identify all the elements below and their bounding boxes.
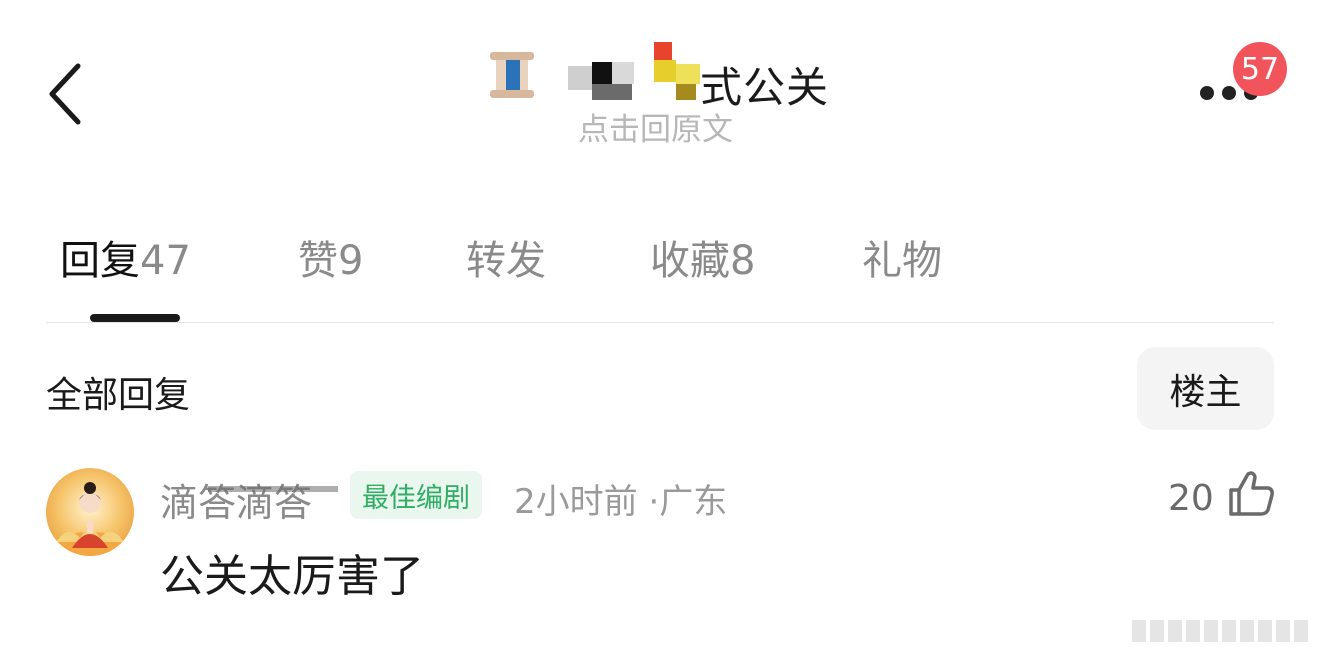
back-button[interactable] xyxy=(44,58,92,130)
redaction-pixel xyxy=(654,42,672,60)
chevron-left-icon xyxy=(49,63,81,125)
redaction-pixel xyxy=(676,64,700,84)
notification-badge: 57 xyxy=(1233,42,1287,96)
tab-label: 收藏 xyxy=(650,238,730,284)
comment-meta: 2小时前 ·广东 xyxy=(514,474,727,523)
redaction-pixel xyxy=(654,60,676,82)
title-thumbnail-image xyxy=(486,46,538,102)
avatar-image xyxy=(46,468,134,556)
tab-count: 8 xyxy=(730,238,756,284)
meta-separator: · xyxy=(648,482,660,522)
username[interactable]: 滴答滴答 xyxy=(160,472,312,527)
active-tab-indicator xyxy=(90,314,180,322)
redaction-pixel xyxy=(612,62,634,84)
tab-replies[interactable]: 回复47 xyxy=(60,228,191,286)
divider xyxy=(46,322,1274,323)
post-title-link[interactable]: 式公关 点击回原文 xyxy=(480,40,850,148)
username-redaction xyxy=(208,486,338,492)
op-only-filter-button[interactable]: 楼主 xyxy=(1137,347,1274,430)
tab-count: 9 xyxy=(338,238,364,284)
redaction-pixel xyxy=(676,84,696,100)
comment-location: 广东 xyxy=(659,482,728,522)
comment-text: 公关太厉害了 xyxy=(160,551,424,602)
tab-label: 赞 xyxy=(298,238,338,284)
like-button[interactable] xyxy=(1226,468,1276,518)
section-title: 全部回复 xyxy=(46,375,191,416)
tab-likes[interactable]: 赞9 xyxy=(298,228,363,286)
redaction-pixel xyxy=(568,66,594,90)
tab-favorites[interactable]: 收藏8 xyxy=(650,228,755,286)
tab-reposts[interactable]: 转发 xyxy=(466,228,546,286)
user-tag-badge: 最佳编剧 xyxy=(350,471,482,519)
tab-label: 回复 xyxy=(60,238,140,284)
tab-label: 转发 xyxy=(466,238,546,284)
tab-label: 礼物 xyxy=(862,238,942,284)
watermark-logo xyxy=(1132,620,1308,642)
tab-count: 47 xyxy=(140,238,191,284)
like-count: 20 xyxy=(1168,478,1214,519)
tab-gifts[interactable]: 礼物 xyxy=(862,228,942,286)
redaction-pixel xyxy=(592,84,632,100)
thumbs-up-icon xyxy=(1229,471,1274,516)
back-to-original-link[interactable]: 点击回原文 xyxy=(578,104,733,149)
user-avatar[interactable] xyxy=(46,468,134,556)
comment-time: 2小时前 xyxy=(514,482,638,522)
redaction-pixel xyxy=(592,62,614,84)
